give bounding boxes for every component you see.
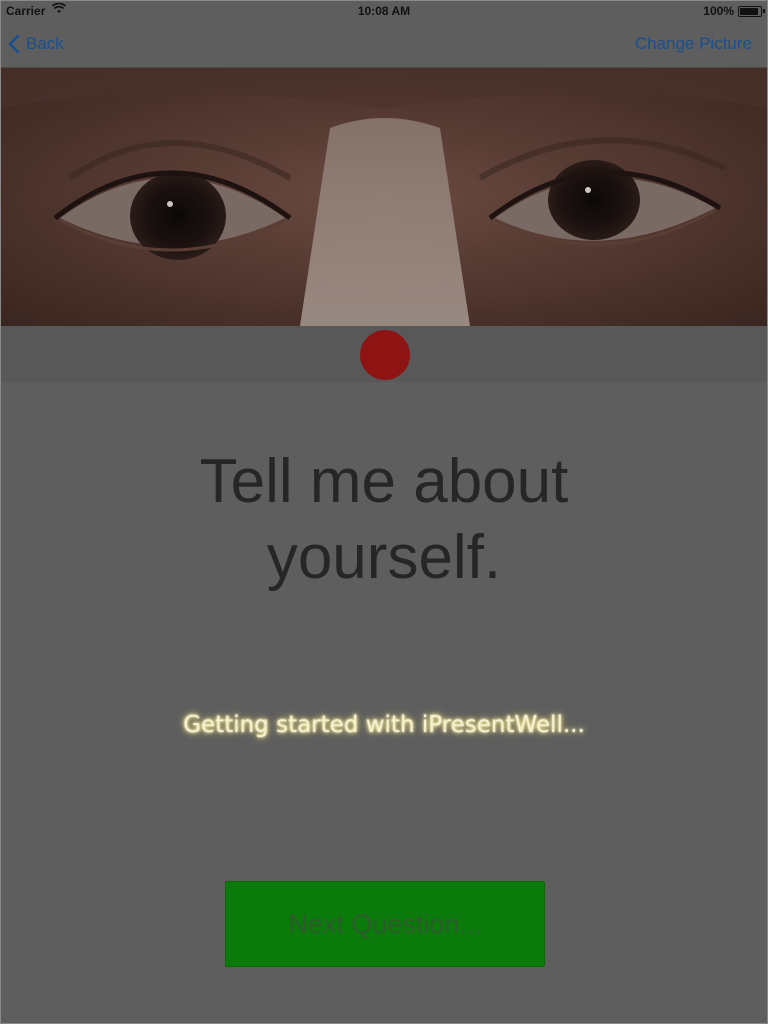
question-text: Tell me about yourself.	[0, 444, 768, 596]
record-icon[interactable]	[360, 330, 410, 380]
change-picture-button[interactable]: Change Picture	[635, 34, 752, 54]
battery-level-fill	[740, 8, 758, 15]
loading-status-text: Getting started with iPresentWell...	[183, 712, 585, 738]
battery-tip	[763, 9, 765, 13]
navigation-bar: Back Change Picture	[0, 22, 768, 68]
back-label: Back	[26, 34, 64, 53]
question-line-2: yourself.	[266, 523, 502, 592]
status-bar: Carrier 10:08 AM 100%	[0, 0, 768, 22]
next-question-button[interactable]: Next Question...	[225, 881, 545, 967]
chevron-left-icon	[8, 34, 20, 54]
status-time: 10:08 AM	[357, 4, 411, 18]
question-line-1: Tell me about	[199, 447, 569, 516]
record-strip	[0, 326, 768, 382]
battery-percent: 100%	[703, 4, 734, 18]
eyes-photo	[0, 68, 768, 326]
back-button[interactable]: Back	[8, 32, 64, 56]
battery-icon	[738, 6, 762, 17]
